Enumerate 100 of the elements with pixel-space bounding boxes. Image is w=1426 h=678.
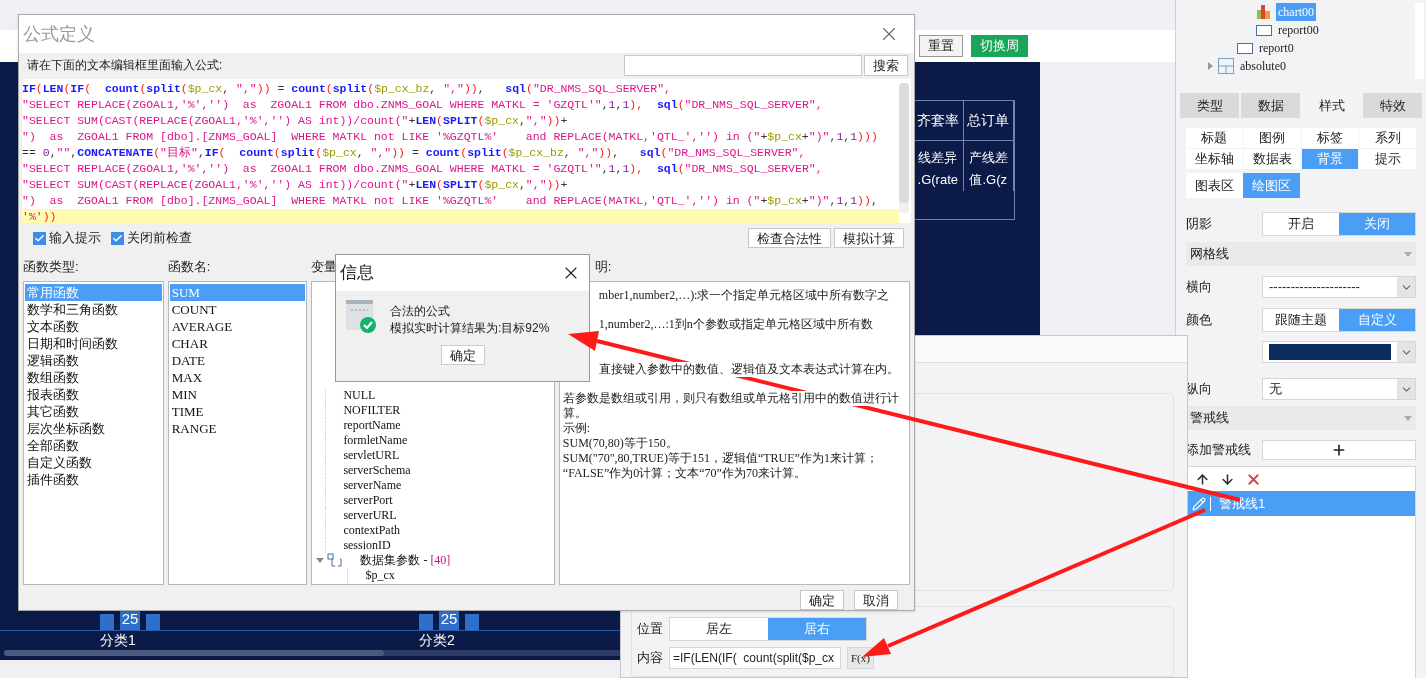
section-toggle-icon[interactable] [1404,250,1412,258]
action-button[interactable]: 检查合法性 [748,228,831,248]
bar [418,614,433,630]
list-item[interactable]: 逻辑函数 [25,351,162,369]
expanded-arrow-icon[interactable] [316,556,325,564]
description-text: 若参数是数组或引用，则只有数组或单元格引用中的数值进行计 [562,390,899,406]
sub-tab[interactable]: 坐标轴 [1186,149,1243,169]
code-line: == 0,"",CONCATENATE("目标",IF( count(split($p_cx, ",")) = count(split($p_cx_bz, ",")), sql("DR_NMS_SQL_SERVER", [22,145,807,161]
toolbar-button[interactable]: 重置 [919,35,963,57]
action-button[interactable]: 模拟计算 [834,228,904,248]
tree-item[interactable]: serverSchema [343,461,411,479]
line-style-dropdown[interactable]: 无 [1262,378,1416,400]
code-line: ") as ZGOAL1 FROM [dbo].[ZNMS_GOAL] WHERE MATKL not LIKE '%GZQTL%' and REPLACE(MATKL,'QTL_','') in ("+$p_cx+")",1,1)), [22,193,879,209]
list-item[interactable]: CHAR [169,334,306,352]
collapsed-arrow-icon[interactable] [1206,62,1214,70]
description-text: SUM("70",80,TRUE)等于151，逻辑值“TRUE”作为1来计算； [562,450,878,466]
message-text: 合法的公式 [390,303,451,320]
prompt-text: 请在下面的文本编辑框里面输入公式: [27,57,223,74]
list-item[interactable]: MIN [169,385,306,403]
column-heading: 函数类型: [23,258,79,276]
tree-item[interactable]: serverName [343,476,402,494]
formula-button[interactable]: F(x) [847,647,874,669]
window-title: 公式定义 [23,22,95,46]
section-header[interactable]: 警戒线 [1186,406,1416,430]
list-item[interactable]: MAX [169,368,306,386]
tree-item[interactable]: NOFILTER [343,401,401,419]
tree-item[interactable]: 数据集参数 - [40] [360,551,451,569]
move-up-icon[interactable] [1195,471,1210,487]
code-editor[interactable] [22,79,911,223]
column-heading: 变量 [311,258,338,276]
tree-item[interactable]: $p_cx [365,566,395,584]
description-text: mber1,number2,…):求一个指定单元格区域中所有数字之 [598,287,890,303]
section-toggle-icon[interactable] [1404,414,1412,422]
tab[interactable]: 数据 [1241,93,1300,118]
tree-item[interactable]: serverPort [343,491,393,509]
sub-tab[interactable]: 图例 [1243,128,1301,148]
tree-item[interactable]: reportName [343,416,401,434]
layout-icon [1218,58,1234,74]
move-down-icon[interactable] [1220,471,1235,487]
field-label: 颜色 [1186,311,1212,330]
section-header[interactable]: 网格线 [1186,242,1416,266]
scrollbar-thumb[interactable] [4,650,384,656]
tree-item[interactable]: absolute0 [1238,57,1288,75]
formula-field[interactable]: =IF(LEN(IF( count(split($p_cx [669,647,841,669]
area-tab[interactable]: 图表区 [1186,173,1243,198]
list-item[interactable]: RANGE [169,419,306,437]
tree-item[interactable]: NULL [343,386,376,404]
plus-icon [1331,442,1347,458]
bar [465,614,480,630]
list-item[interactable]: 其它函数 [25,402,162,420]
checkbox-label: 关闭前检查 [127,229,192,248]
list-item[interactable]: AVERAGE [169,317,306,335]
list-item[interactable]: 层次坐标函数 [25,419,162,437]
sub-tab[interactable]: 数据表 [1243,149,1301,169]
dialog-button[interactable]: 确定 [800,589,844,610]
tree-item[interactable]: servletURL [343,446,400,464]
column-heading: 函数名: [167,258,211,276]
list-item[interactable]: DATE [169,351,306,369]
pencil-icon[interactable] [1191,496,1206,511]
tree-item[interactable]: sessionID [343,536,391,554]
list-item[interactable]: 报表函数 [25,385,162,403]
list-item[interactable]: 插件函数 [25,470,162,488]
color-dropdown[interactable] [1262,341,1416,363]
sub-tab[interactable]: 提示 [1359,149,1416,169]
sub-tab[interactable]: 系列 [1359,128,1416,148]
list-item[interactable]: 日期和时间函数 [25,334,162,352]
tree-item[interactable]: serverURL [343,506,397,524]
code-line: "SELECT REPLACE(ZGOAL1,'%','') as ZGOAL1 FROM dbo.ZNMS_GOAL WHERE MATKL = 'GZQTL'",1,1), sql("DR_NMS_SQL_SERVER", [22,97,824,113]
line-style-dropdown[interactable]: --------------------- [1262,276,1416,298]
code-line: "SELECT SUM(CAST(REPLACE(ZGOAL1,'%','') AS int))/count("+LEN(SPLIT($p_cx,","))+ [22,113,569,129]
field-label: 阴影 [1186,215,1212,234]
scrollbar-thumb[interactable] [899,83,909,203]
tree-item[interactable]: report00 [1276,21,1321,39]
list-item[interactable]: 文本函数 [25,317,162,335]
list-item[interactable]: TIME [169,402,306,420]
search-button[interactable]: 搜索 [864,54,908,76]
tree-item[interactable]: contextPath [343,521,401,539]
checkbox[interactable] [33,231,46,245]
tree-item[interactable]: report0 [1257,39,1296,57]
field-label: 横向 [1186,278,1212,297]
tab[interactable]: 类型 [1180,93,1239,118]
dialog-button[interactable]: 取消 [854,589,898,610]
sub-tab[interactable]: 标签 [1301,128,1359,148]
checkbox[interactable] [111,231,124,245]
search-field[interactable] [624,54,862,76]
tree-item[interactable]: formletName [343,431,408,449]
list-item[interactable]: 数学和三角函数 [25,300,162,318]
list-item[interactable]: 自定义函数 [25,453,162,471]
tab[interactable]: 特效 [1363,93,1422,118]
description-text: “FALSE”作为0计算；文本“70”作为70来计算。 [562,465,806,481]
sub-tab[interactable]: 标题 [1186,128,1243,148]
list-item[interactable]: 数组函数 [25,368,162,386]
ok-button[interactable]: 确定 [440,345,485,365]
table-cell-text: .G(rate [917,171,958,189]
chart-icon [1256,5,1272,19]
description-text: 算。 [562,405,587,421]
document-check-icon [346,300,376,333]
checkbox-label: 输入提示 [49,229,101,248]
list-item[interactable]: 全部函数 [25,436,162,454]
list-item[interactable]: COUNT [169,300,306,318]
